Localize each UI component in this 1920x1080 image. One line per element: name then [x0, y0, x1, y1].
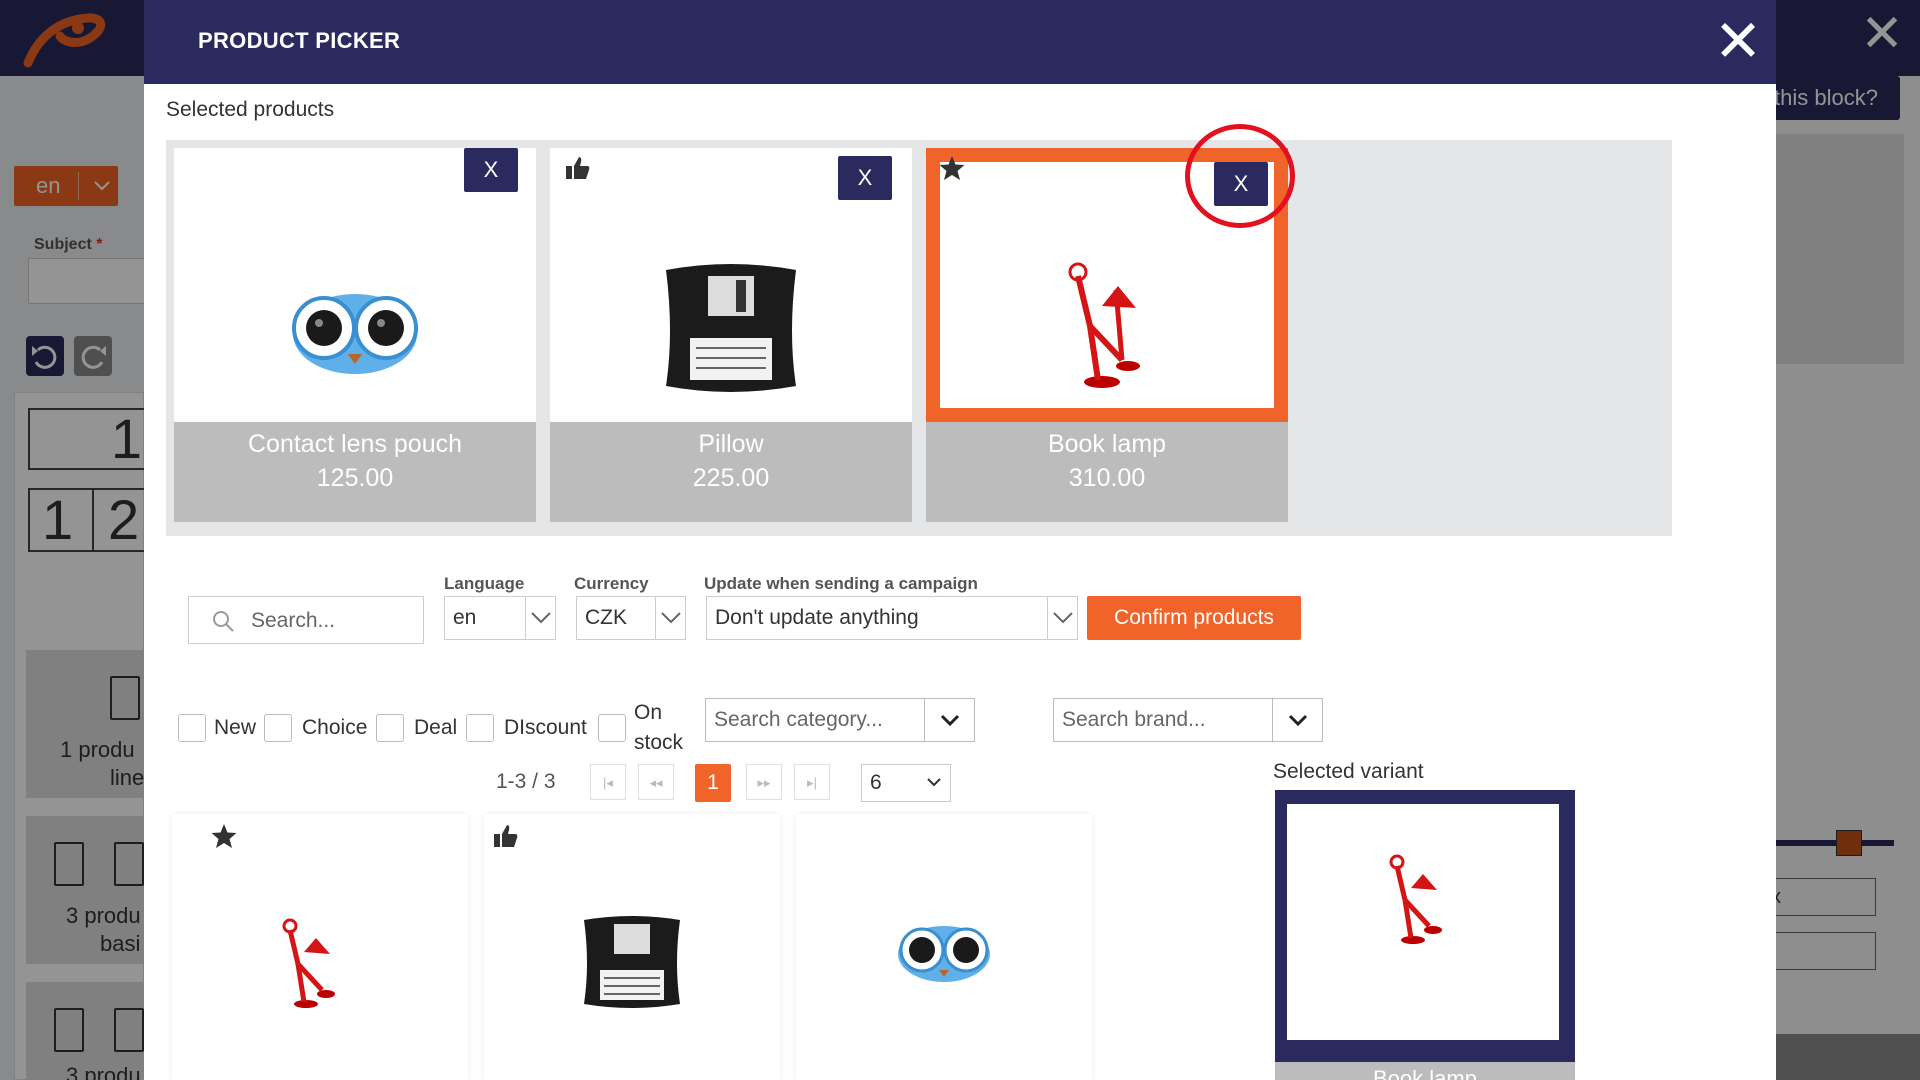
next-page-icon[interactable]: ▸▸ — [746, 764, 782, 800]
selected-variant-card[interactable]: Book lamp — [1275, 790, 1575, 1080]
brand-placeholder: Search brand... — [1062, 708, 1206, 731]
product-search-box[interactable] — [188, 596, 424, 644]
thumbs-up-icon — [564, 154, 592, 182]
filter-new-label: New — [214, 716, 257, 739]
category-search-select[interactable]: Search category... — [705, 698, 975, 742]
search-icon — [213, 611, 234, 632]
filter-discount-checkbox[interactable] — [466, 714, 494, 742]
category-placeholder: Search category... — [714, 708, 883, 731]
close-icon[interactable]: ✕ — [1712, 12, 1764, 70]
filter-discount-label: DIscount — [504, 716, 587, 739]
chevron-down-icon — [924, 699, 974, 741]
filter-choice-checkbox[interactable] — [264, 714, 292, 742]
product-name: Contact lens pouch — [247, 430, 463, 458]
filter-on-stock-label-1: On — [634, 701, 663, 724]
confirm-products-button[interactable]: Confirm products — [1087, 596, 1301, 640]
product-result-card[interactable] — [172, 814, 468, 1080]
remove-product-button[interactable]: X — [464, 148, 518, 192]
pagination-range: 1-3 / 3 — [496, 770, 556, 793]
chevron-down-icon — [926, 765, 942, 801]
currency-label: Currency — [574, 574, 649, 593]
page-size-select[interactable]: 6 — [861, 764, 951, 802]
first-page-icon[interactable]: |◂ — [590, 764, 626, 800]
filter-new-checkbox[interactable] — [178, 714, 206, 742]
product-result-card[interactable] — [796, 814, 1092, 1080]
product-name: Pillow — [698, 430, 764, 458]
search-input[interactable] — [251, 605, 415, 637]
product-result-card[interactable] — [484, 814, 780, 1080]
update-label: Update when sending a campaign — [704, 574, 978, 593]
filter-on-stock-checkbox[interactable] — [598, 714, 626, 742]
chevron-down-icon — [655, 597, 685, 639]
currency-select[interactable]: CZK — [576, 596, 686, 640]
star-icon — [938, 154, 966, 182]
filter-deal-label: Deal — [414, 716, 458, 739]
floppy-pillow-image — [584, 916, 680, 1008]
currency-value: CZK — [585, 606, 627, 629]
selected-product-card[interactable]: X Contact lens pouch 125.00 — [174, 148, 536, 522]
selected-products-label: Selected products — [166, 98, 335, 121]
brand-search-select[interactable]: Search brand... — [1053, 698, 1323, 742]
red-lamp-image — [1389, 854, 1442, 944]
current-page-button[interactable]: 1 — [695, 764, 731, 802]
prev-page-icon[interactable]: ◂◂ — [638, 764, 674, 800]
language-select[interactable]: en — [444, 596, 556, 640]
modal-title: PRODUCT PICKER — [198, 28, 401, 53]
selected-product-card-active[interactable]: X Book lamp 310.00 — [926, 148, 1288, 522]
remove-product-button[interactable]: X — [838, 156, 892, 200]
product-price: 310.00 — [1068, 464, 1146, 492]
product-price: 225.00 — [692, 464, 770, 492]
product-name: Book lamp — [1047, 430, 1167, 458]
update-select[interactable]: Don't update anything — [706, 596, 1078, 640]
remove-product-button[interactable]: X — [1214, 162, 1268, 206]
filter-choice-label: Choice — [302, 716, 368, 739]
selected-product-card[interactable]: X Pillow 225.00 — [550, 148, 912, 522]
chevron-down-icon — [525, 597, 555, 639]
product-picker-modal: PRODUCT PICKER ✕ Selected products X Con… — [144, 0, 1776, 1080]
chevron-down-icon — [1272, 699, 1322, 741]
selected-variant-label: Selected variant — [1273, 760, 1424, 783]
variant-count-badge: 0 — [1594, 794, 1605, 814]
selected-products-area: X Contact lens pouch 125.00 X Pillow 225… — [166, 140, 1672, 536]
update-value: Don't update anything — [715, 606, 919, 629]
last-page-icon[interactable]: ▸| — [794, 764, 830, 800]
variant-name: Book lamp — [1373, 1066, 1477, 1080]
language-label: Language — [444, 574, 525, 593]
page-size-value: 6 — [870, 771, 882, 794]
chevron-down-icon — [1047, 597, 1077, 639]
language-value: en — [453, 606, 477, 629]
product-price: 125.00 — [316, 464, 394, 492]
owl-pouch-image — [898, 926, 990, 982]
variant-image — [1287, 804, 1559, 1040]
filter-deal-checkbox[interactable] — [376, 714, 404, 742]
modal-header: PRODUCT PICKER ✕ — [144, 0, 1776, 84]
filter-on-stock-label-2: stock — [634, 731, 684, 754]
red-lamp-image — [282, 918, 335, 1008]
